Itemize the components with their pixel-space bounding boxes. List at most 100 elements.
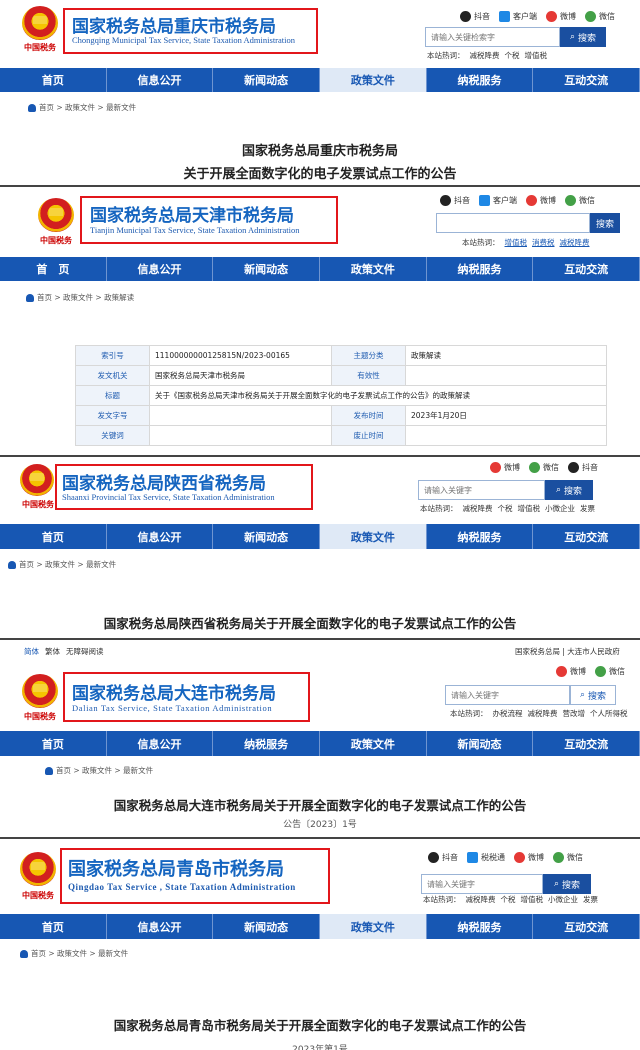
client-link[interactable]: 客户端 (499, 11, 537, 22)
nav-info[interactable]: 信息公开 (107, 68, 214, 92)
accessibility-link[interactable]: 无障碍阅读 (66, 647, 104, 656)
search-input[interactable] (418, 480, 545, 500)
lang-traditional[interactable]: 繁体 (45, 647, 60, 656)
client-link[interactable]: 客户端 (479, 195, 517, 206)
weibo-link[interactable]: 微博 (490, 462, 520, 473)
meta-value: 国家税务总局天津市税务局 (149, 365, 332, 386)
meta-key: 废止时间 (331, 425, 406, 446)
wechat-link[interactable]: 微信 (529, 462, 559, 473)
nav-service[interactable]: 纳税服务 (427, 914, 534, 939)
site-title-en: Tianjin Municipal Tax Service, State Tax… (90, 225, 300, 235)
nav-policy[interactable]: 政策文件 (320, 68, 427, 92)
shuishuitong-link[interactable]: 税税通 (467, 852, 505, 863)
nav-policy[interactable]: 政策文件 (320, 257, 427, 281)
seal-text: 中国税务 (22, 499, 54, 509)
douyin-link[interactable]: 抖音 (568, 462, 598, 473)
douyin-link[interactable]: 抖音 (440, 195, 470, 206)
hot-word[interactable]: 减税降费 (466, 895, 496, 904)
nav-policy[interactable]: 政策文件 (320, 524, 427, 549)
hot-word[interactable]: 个人所得税 (590, 709, 628, 718)
site-title-cn[interactable]: 国家税务总局天津市税务局 (90, 201, 294, 226)
nav-news[interactable]: 新闻动态 (213, 68, 321, 92)
search-button[interactable]: 搜索 (590, 213, 620, 233)
nav-interact[interactable]: 互动交流 (533, 68, 640, 92)
douyin-link[interactable]: 抖音 (460, 11, 490, 22)
nav-info[interactable]: 信息公开 (107, 731, 214, 756)
nav-service[interactable]: 纳税服务 (427, 257, 534, 281)
hot-word[interactable]: 减税降费 (463, 504, 493, 513)
hot-word[interactable]: 增值税 (521, 895, 544, 904)
wechat-link[interactable]: 微信 (553, 852, 583, 863)
site-title-cn[interactable]: 国家税务总局大连市税务局 (72, 679, 276, 704)
hot-word[interactable]: 个税 (505, 51, 520, 60)
wechat-icon (553, 852, 564, 863)
nav-interact[interactable]: 互动交流 (533, 914, 640, 939)
hot-word[interactable]: 消费税 (532, 238, 555, 247)
weibo-link[interactable]: 微博 (514, 852, 544, 863)
nav-interact[interactable]: 互动交流 (533, 524, 640, 549)
hot-word[interactable]: 发票 (580, 504, 595, 513)
douyin-link[interactable]: 抖音 (428, 852, 458, 863)
nav-info[interactable]: 信息公开 (107, 914, 214, 939)
hot-word[interactable]: 个税 (498, 504, 513, 513)
social-links: 抖音 税税通 微博 微信 (428, 852, 583, 863)
meta-value (405, 365, 607, 386)
search-button[interactable]: ⌕ 搜索 (543, 874, 591, 894)
nav-home[interactable]: 首页 (0, 731, 107, 756)
nav-service[interactable]: 纳税服务 (427, 68, 534, 92)
search-input[interactable] (436, 213, 590, 233)
hot-word[interactable]: 办税流程 (493, 709, 523, 718)
nav-policy[interactable]: 政策文件 (320, 731, 427, 756)
panel-divider (0, 638, 640, 640)
hot-word[interactable]: 个税 (501, 895, 516, 904)
wechat-link[interactable]: 微信 (585, 11, 615, 22)
document-metadata-table: 索引号 11100000000125815N/2023-00165 主题分类 政… (75, 345, 607, 446)
hot-word[interactable]: 营改增 (563, 709, 586, 718)
weibo-link[interactable]: 微博 (526, 195, 556, 206)
hot-word[interactable]: 小微企业 (545, 504, 575, 513)
search-input[interactable] (445, 685, 570, 705)
nav-home[interactable]: 首 页 (0, 257, 107, 281)
search-bar: ⌕搜索 (425, 27, 606, 47)
hot-word[interactable]: 减税降费 (528, 709, 558, 718)
search-button[interactable]: ⌕ 搜索 (570, 685, 616, 705)
search-input[interactable] (425, 27, 560, 47)
hot-word[interactable]: 增值税 (525, 51, 548, 60)
chongqing-screenshot: 中国税务 国家税务总局重庆市税务局 Chongqing Municipal Ta… (0, 0, 640, 186)
nav-home[interactable]: 首页 (0, 68, 107, 92)
nav-service[interactable]: 纳税服务 (213, 731, 321, 756)
nav-news[interactable]: 新闻动态 (213, 524, 321, 549)
hot-word[interactable]: 减税降费 (560, 238, 590, 247)
meta-value: 政策解读 (405, 345, 607, 366)
site-title-cn[interactable]: 国家税务总局重庆市税务局 (72, 12, 276, 37)
search-input[interactable] (421, 874, 543, 894)
external-links[interactable]: 国家税务总局 | 大连市人民政府 (515, 646, 620, 657)
nav-home[interactable]: 首页 (0, 524, 107, 549)
nav-news[interactable]: 新闻动态 (427, 731, 534, 756)
wechat-link[interactable]: 微信 (595, 666, 625, 677)
nav-news[interactable]: 新闻动态 (213, 914, 321, 939)
hot-word[interactable]: 增值税 (518, 504, 541, 513)
weibo-link[interactable]: 微博 (556, 666, 586, 677)
nav-info[interactable]: 信息公开 (107, 257, 214, 281)
hot-word[interactable]: 发票 (583, 895, 598, 904)
search-button[interactable]: ⌕ 搜索 (560, 27, 606, 47)
search-bar: ⌕搜索 (418, 480, 593, 500)
hot-word[interactable]: 减税降费 (470, 51, 500, 60)
site-title-cn[interactable]: 国家税务总局青岛市税务局 (68, 855, 284, 881)
search-button[interactable]: ⌕ 搜索 (545, 480, 593, 500)
lang-simplified[interactable]: 简体 (24, 647, 39, 656)
hot-word[interactable]: 增值税 (505, 238, 528, 247)
site-title-cn[interactable]: 国家税务总局陕西省税务局 (62, 469, 266, 494)
nav-interact[interactable]: 互动交流 (533, 731, 640, 756)
nav-service[interactable]: 纳税服务 (427, 524, 534, 549)
nav-interact[interactable]: 互动交流 (533, 257, 640, 281)
weibo-link[interactable]: 微博 (546, 11, 576, 22)
search-bar: ⌕搜索 (421, 874, 591, 894)
nav-news[interactable]: 新闻动态 (213, 257, 321, 281)
nav-info[interactable]: 信息公开 (107, 524, 214, 549)
hot-word[interactable]: 小微企业 (548, 895, 578, 904)
nav-home[interactable]: 首页 (0, 914, 107, 939)
wechat-link[interactable]: 微信 (565, 195, 595, 206)
nav-policy[interactable]: 政策文件 (320, 914, 427, 939)
